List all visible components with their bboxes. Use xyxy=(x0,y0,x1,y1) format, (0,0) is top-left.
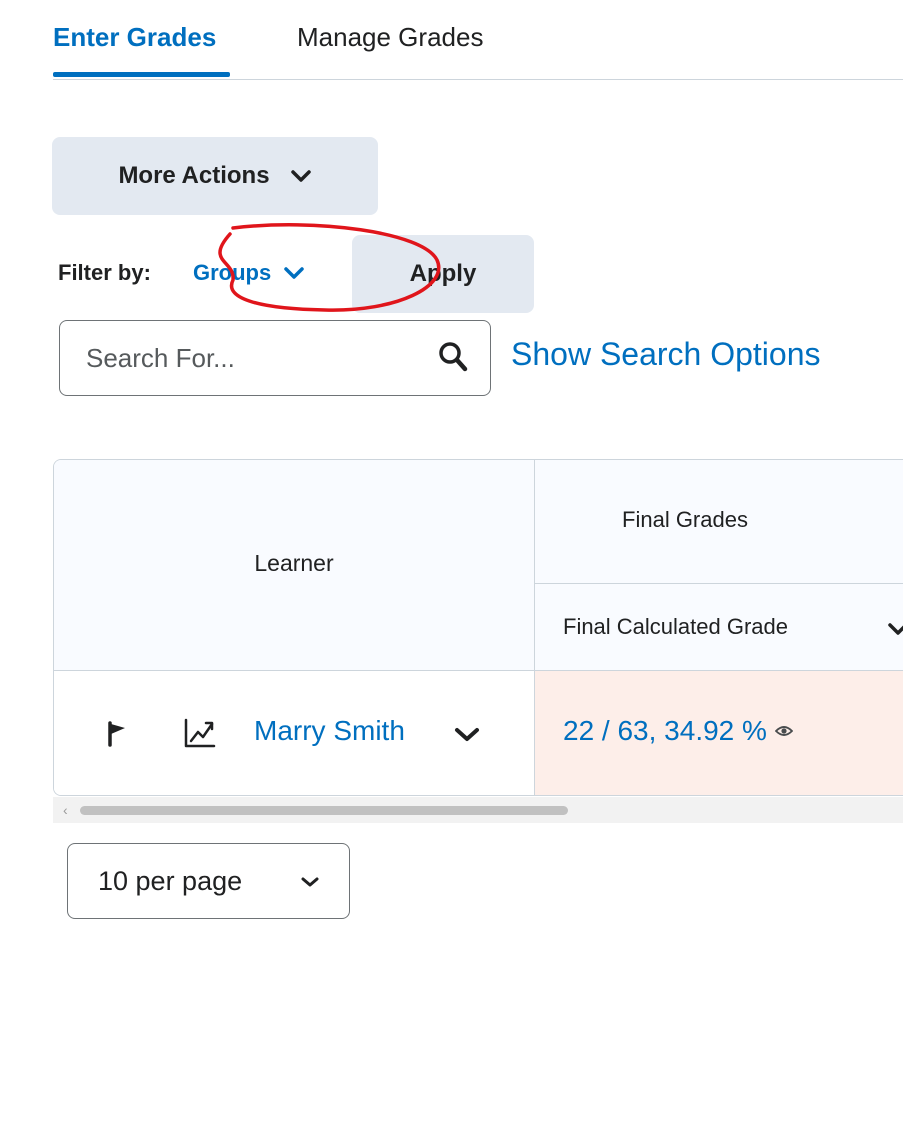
search-input[interactable] xyxy=(86,339,406,377)
annotation-ellipse xyxy=(218,223,441,312)
flag-icon[interactable] xyxy=(107,721,127,752)
tabs-divider xyxy=(53,79,903,80)
tab-manage-grades[interactable]: Manage Grades xyxy=(297,22,483,53)
search-box xyxy=(59,320,491,396)
active-tab-indicator xyxy=(53,72,230,77)
learner-name-link[interactable]: Marry Smith xyxy=(254,715,405,747)
chevron-down-icon xyxy=(290,170,311,182)
horizontal-scrollbar[interactable]: ‹ xyxy=(53,797,903,823)
final-grades-header-label: Final Grades xyxy=(622,507,748,532)
tab-enter-grades[interactable]: Enter Grades xyxy=(53,22,216,53)
per-page-label: 10 per page xyxy=(98,866,243,896)
chevron-down-icon[interactable] xyxy=(454,727,480,748)
final-calculated-grade-label: Final Calculated Grade xyxy=(563,614,789,639)
scrollbar-thumb[interactable] xyxy=(80,806,568,815)
table-row: Marry Smith xyxy=(54,671,535,795)
show-search-options-link[interactable]: Show Search Options xyxy=(511,336,821,373)
per-page-select[interactable]: 10 per page xyxy=(67,843,350,919)
final-grades-group-header: Final Grades xyxy=(535,460,903,584)
user-progress-icon[interactable] xyxy=(184,718,216,753)
grades-table: Learner Final Grades Final Calculated Gr… xyxy=(53,459,903,796)
more-actions-button[interactable]: More Actions xyxy=(52,137,378,215)
scroll-left-arrow-icon[interactable]: ‹ xyxy=(63,802,68,818)
search-icon[interactable] xyxy=(438,341,468,378)
chevron-down-icon[interactable] xyxy=(887,622,903,636)
more-actions-label: More Actions xyxy=(118,162,270,189)
chevron-down-icon xyxy=(301,877,319,887)
final-grade-link[interactable]: 22 / 63, 34.92 % xyxy=(563,715,793,747)
filter-label: Filter by: xyxy=(58,260,151,285)
final-calculated-grade-header[interactable]: Final Calculated Grade xyxy=(535,584,903,671)
learner-header-label: Learner xyxy=(254,550,334,576)
learner-column-header: Learner xyxy=(54,460,535,671)
final-grade-cell: 22 / 63, 34.92 % xyxy=(535,671,903,795)
eye-icon xyxy=(774,726,793,736)
final-grade-value: 22 / 63, 34.92 % xyxy=(563,715,767,746)
